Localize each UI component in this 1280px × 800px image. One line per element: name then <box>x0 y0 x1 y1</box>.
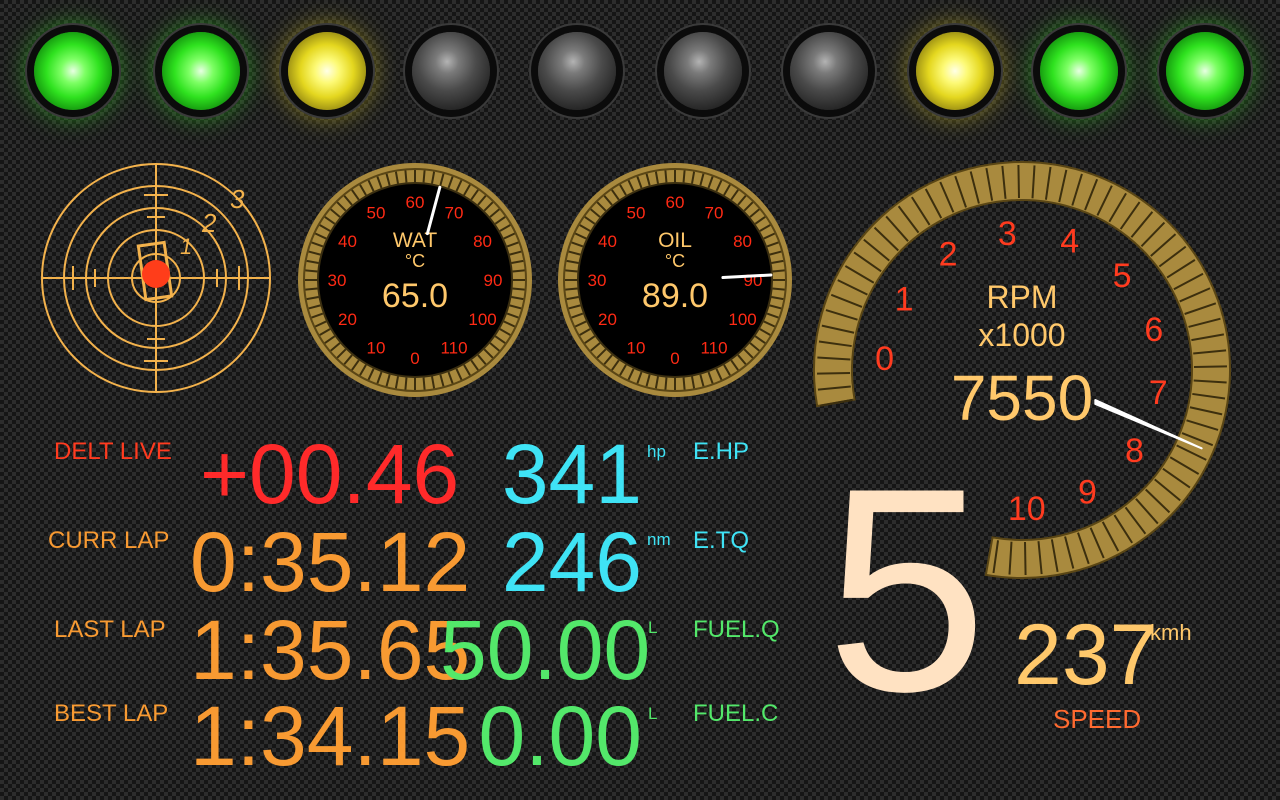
oil-gauge-tick-0: 0 <box>670 349 679 368</box>
oil-gauge-tick-50: 50 <box>627 203 646 222</box>
water-temp-gauge: 0 10 20 30 40 50 60 70 80 90 100110 WAT °C 65.0 <box>298 163 532 397</box>
water-gauge-tick-20: 20 <box>338 310 357 329</box>
water-gauge-title: WAT <box>393 229 437 252</box>
oil-gauge-tick-110: 110 <box>700 339 727 358</box>
shift-led-2 <box>162 32 240 110</box>
rpm-tick-5: 5 <box>1113 257 1132 295</box>
water-gauge-tick-0: 0 <box>410 349 419 368</box>
sector-label-1: 1 <box>180 234 192 259</box>
shift-led-8 <box>916 32 994 110</box>
speed-unit: kmh <box>1150 620 1192 645</box>
shift-led-10 <box>1166 32 1244 110</box>
shift-led-1 <box>34 32 112 110</box>
oil-temp-gauge: 0 10 20 30 40 50 60 70 80 90 100110 OIL °C 89.0 <box>558 163 792 397</box>
rpm-tick-9: 9 <box>1078 474 1097 512</box>
speed-value: 237 <box>1014 607 1158 703</box>
water-gauge-tick-40: 40 <box>338 232 357 251</box>
oil-gauge-title: OIL <box>658 229 692 252</box>
oil-gauge-tick-100: 100 <box>728 310 756 329</box>
engine-torque-label: E.TQ <box>693 527 750 554</box>
fuel-quantity-unit: L <box>648 618 658 637</box>
best-lap-value: 1:34.15 <box>190 689 471 783</box>
last-lap-value: 1:35.65 <box>190 603 471 697</box>
water-gauge-value: 65.0 <box>382 277 448 315</box>
oil-gauge-tick-10: 10 <box>627 339 646 358</box>
sector-label-3: 3 <box>230 184 245 214</box>
fuel-quantity-value: 50.00 <box>440 603 651 697</box>
best-lap-label: BEST LAP <box>54 700 169 727</box>
rpm-tick-3: 3 <box>998 215 1017 253</box>
sector-label-2: 2 <box>201 208 217 238</box>
engine-hp-value: 341 <box>501 427 642 521</box>
fuel-consumption-unit: L <box>648 704 658 723</box>
rpm-tick-6: 6 <box>1144 311 1163 349</box>
car-position-dot <box>142 260 170 288</box>
rpm-tick-7: 7 <box>1149 374 1168 412</box>
rpm-gauge-value: 7550 <box>951 362 1093 434</box>
gear-indicator: 5 <box>826 428 988 752</box>
rpm-tick-4: 4 <box>1060 222 1079 260</box>
fuel-consumption-value: 0.00 <box>478 689 643 783</box>
delta-live-value: +00.46 <box>200 427 460 521</box>
shift-led-4 <box>412 32 490 110</box>
shift-led-6 <box>664 32 742 110</box>
fuel-consumption-label: FUEL.C <box>693 700 779 727</box>
oil-gauge-value: 89.0 <box>642 277 708 315</box>
rpm-tick-8: 8 <box>1125 432 1144 470</box>
fuel-quantity-label: FUEL.Q <box>693 616 780 643</box>
oil-gauge-unit: °C <box>665 251 685 271</box>
oil-gauge-tick-90: 90 <box>744 271 763 290</box>
delta-live-label: DELT LIVE <box>54 438 172 465</box>
water-gauge-tick-80: 80 <box>473 232 492 251</box>
water-gauge-tick-60: 60 <box>406 193 425 212</box>
shift-led-9 <box>1040 32 1118 110</box>
water-gauge-tick-90: 90 <box>484 271 503 290</box>
oil-gauge-tick-70: 70 <box>705 203 724 222</box>
water-gauge-tick-70: 70 <box>445 203 464 222</box>
last-lap-label: LAST LAP <box>54 616 166 643</box>
rpm-gauge-title: RPM <box>986 279 1057 315</box>
rpm-tick-0: 0 <box>875 340 894 378</box>
sector-map: 1 2 3 <box>41 163 271 393</box>
shift-light-bar <box>0 0 1280 140</box>
water-gauge-tick-30: 30 <box>328 271 347 290</box>
oil-gauge-tick-30: 30 <box>588 271 607 290</box>
water-gauge-tick-100: 100 <box>468 310 496 329</box>
engine-torque-unit: nm <box>647 530 671 549</box>
rpm-tick-2: 2 <box>939 235 958 273</box>
engine-hp-unit: hp <box>647 442 666 461</box>
water-gauge-unit: °C <box>405 251 425 271</box>
current-lap-label: CURR LAP <box>48 527 170 554</box>
oil-gauge-tick-60: 60 <box>666 193 685 212</box>
water-gauge-tick-10: 10 <box>367 339 386 358</box>
water-gauge-tick-110: 110 <box>440 339 467 358</box>
engine-hp-label: E.HP <box>693 438 750 465</box>
speed-label: SPEED <box>1053 704 1142 734</box>
oil-gauge-tick-80: 80 <box>733 232 752 251</box>
rpm-gauge-multiplier: x1000 <box>978 317 1065 353</box>
shift-led-3 <box>288 32 366 110</box>
current-lap-value: 0:35.12 <box>190 515 471 609</box>
oil-gauge-tick-20: 20 <box>598 310 617 329</box>
rpm-tick-10: 10 <box>1008 490 1046 528</box>
water-gauge-tick-50: 50 <box>367 203 386 222</box>
shift-led-5 <box>538 32 616 110</box>
shift-led-7 <box>790 32 868 110</box>
oil-gauge-tick-40: 40 <box>598 232 617 251</box>
engine-torque-value: 246 <box>501 515 642 609</box>
rpm-tick-1: 1 <box>895 280 914 318</box>
